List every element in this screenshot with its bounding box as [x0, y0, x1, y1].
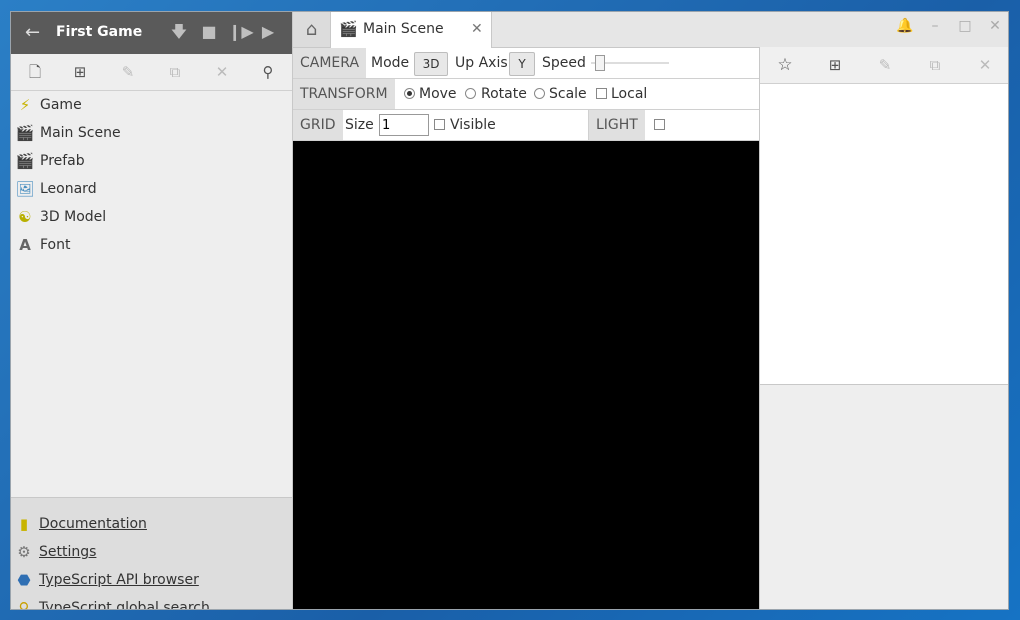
- asset-label: 3D Model: [40, 209, 107, 225]
- project-header: ← First Game 🡇 ■ ❙▶ ▶: [11, 12, 292, 54]
- documentation-link[interactable]: ▮ Documentation: [11, 510, 292, 538]
- visible-label: Visible: [450, 117, 496, 133]
- speed-slider-thumb[interactable]: [595, 55, 605, 71]
- close-icon[interactable]: ✕: [471, 21, 483, 37]
- grid-label: GRID: [293, 110, 343, 140]
- add-component-icon[interactable]: ⊞: [825, 55, 845, 75]
- delete-icon[interactable]: ✕: [975, 55, 995, 75]
- link-label: Settings: [39, 544, 97, 560]
- node-toolbar: ☆ ⊞ ✎ ⧉ ✕: [760, 47, 1008, 84]
- asset-label: Game: [40, 97, 82, 113]
- debug-icon[interactable]: ❙▶: [228, 22, 254, 42]
- app-window: ← First Game 🡇 ■ ❙▶ ▶ 🗋 ⊞ ✎ ⧉ ✕ ⚲ ⚡ Game…: [10, 11, 1009, 610]
- person-model-icon: ☯: [18, 208, 32, 226]
- play-icon[interactable]: ▶: [258, 22, 278, 42]
- cube-icon: ⬣: [17, 571, 31, 589]
- duplicate-icon[interactable]: ⧉: [925, 55, 945, 75]
- visible-checkbox[interactable]: [434, 119, 445, 130]
- move-radio[interactable]: [404, 88, 415, 99]
- asset-label: Prefab: [40, 153, 85, 169]
- speed-label: Speed: [542, 55, 586, 71]
- transform-row: TRANSFORM Move Rotate Scale Local: [293, 79, 759, 110]
- local-checkbox[interactable]: [596, 88, 607, 99]
- light-checkbox[interactable]: [654, 119, 665, 130]
- tab-label: Main Scene: [363, 21, 444, 37]
- book-icon: ▮: [19, 515, 29, 533]
- scale-radio[interactable]: [534, 88, 545, 99]
- asset-label: Font: [40, 237, 71, 253]
- settings-link[interactable]: ⚙ Settings: [11, 538, 292, 566]
- stop-icon[interactable]: ■: [199, 22, 219, 42]
- list-item[interactable]: ☯ 3D Model: [11, 203, 292, 231]
- mode-label: Mode: [371, 55, 410, 71]
- download-icon[interactable]: 🡇: [169, 22, 189, 42]
- help-links: ▮ Documentation ⚙ Settings ⬣ TypeScript …: [11, 497, 292, 610]
- mode-button[interactable]: 3D: [414, 52, 448, 76]
- project-title: First Game: [56, 24, 143, 40]
- window-close-icon[interactable]: ✕: [985, 16, 1005, 36]
- camera-label: CAMERA: [293, 48, 367, 78]
- lightning-icon: ⚡: [19, 96, 31, 114]
- tab-bar: ⌂ 🎬 Main Scene ✕ 🔔 – □ ✕: [293, 12, 1008, 48]
- list-item[interactable]: A Font: [11, 231, 292, 259]
- global-search-link[interactable]: ⚲ TypeScript global search: [11, 594, 292, 610]
- local-label: Local: [611, 86, 648, 102]
- maximize-icon[interactable]: □: [955, 16, 975, 36]
- node-tree[interactable]: [760, 84, 1008, 385]
- up-axis-label: Up Axis: [455, 55, 508, 71]
- link-label: TypeScript global search: [39, 600, 210, 610]
- size-label: Size: [345, 117, 374, 133]
- prefab-star-icon[interactable]: ☆: [775, 55, 795, 75]
- gear-icon: ⚙: [17, 543, 31, 561]
- bell-icon[interactable]: 🔔: [895, 16, 915, 36]
- up-axis-button[interactable]: Y: [509, 52, 535, 76]
- rotate-radio[interactable]: [465, 88, 476, 99]
- asset-tree: ⚡ Game 🎬 Main Scene 🎬 Prefab 🖼 Leonard ☯…: [11, 91, 292, 259]
- new-asset-icon[interactable]: 🗋: [25, 62, 45, 82]
- duplicate-icon[interactable]: ⧉: [165, 62, 185, 82]
- project-panel: ← First Game 🡇 ■ ❙▶ ▶ 🗋 ⊞ ✎ ⧉ ✕ ⚲ ⚡ Game…: [11, 12, 293, 609]
- asset-toolbar: 🗋 ⊞ ✎ ⧉ ✕ ⚲: [11, 54, 292, 91]
- asset-label: Main Scene: [40, 125, 121, 141]
- search-icon[interactable]: ⚲: [258, 62, 278, 82]
- delete-icon[interactable]: ✕: [212, 62, 232, 82]
- magnifier-icon: ⚲: [18, 599, 30, 610]
- font-icon: A: [19, 236, 31, 254]
- list-item[interactable]: 🎬 Main Scene: [11, 119, 292, 147]
- rotate-label: Rotate: [481, 86, 527, 102]
- list-item[interactable]: 🎬 Prefab: [11, 147, 292, 175]
- camera-row: CAMERA Mode 3D Up Axis Y Speed: [293, 48, 759, 79]
- node-panel: ☆ ⊞ ✎ ⧉ ✕: [759, 47, 1008, 609]
- asset-label: Leonard: [40, 181, 97, 197]
- rename-icon[interactable]: ✎: [875, 55, 895, 75]
- move-label: Move: [419, 86, 457, 102]
- tab-main-scene[interactable]: 🎬 Main Scene ✕: [331, 12, 492, 48]
- scale-label: Scale: [549, 86, 587, 102]
- image-icon: 🖼: [15, 180, 35, 198]
- light-label: LIGHT: [588, 110, 645, 140]
- home-icon[interactable]: ⌂: [293, 12, 331, 47]
- minimize-icon[interactable]: –: [925, 16, 945, 36]
- transform-label: TRANSFORM: [293, 79, 395, 109]
- list-item[interactable]: 🖼 Leonard: [11, 175, 292, 203]
- link-label: Documentation: [39, 516, 147, 532]
- scene-viewport[interactable]: [293, 141, 759, 609]
- rename-icon[interactable]: ✎: [118, 62, 138, 82]
- list-item[interactable]: ⚡ Game: [11, 91, 292, 119]
- arrow-left-icon[interactable]: ←: [25, 22, 40, 43]
- clapperboard-icon: 🎬: [15, 152, 35, 170]
- new-folder-icon[interactable]: ⊞: [70, 62, 90, 82]
- api-browser-link[interactable]: ⬣ TypeScript API browser: [11, 566, 292, 594]
- link-label: TypeScript API browser: [39, 572, 199, 588]
- grid-size-input[interactable]: [379, 114, 429, 136]
- clapperboard-icon: 🎬: [339, 20, 358, 38]
- clapperboard-icon: 🎬: [15, 124, 35, 142]
- grid-row: GRID Size Visible LIGHT: [293, 110, 759, 141]
